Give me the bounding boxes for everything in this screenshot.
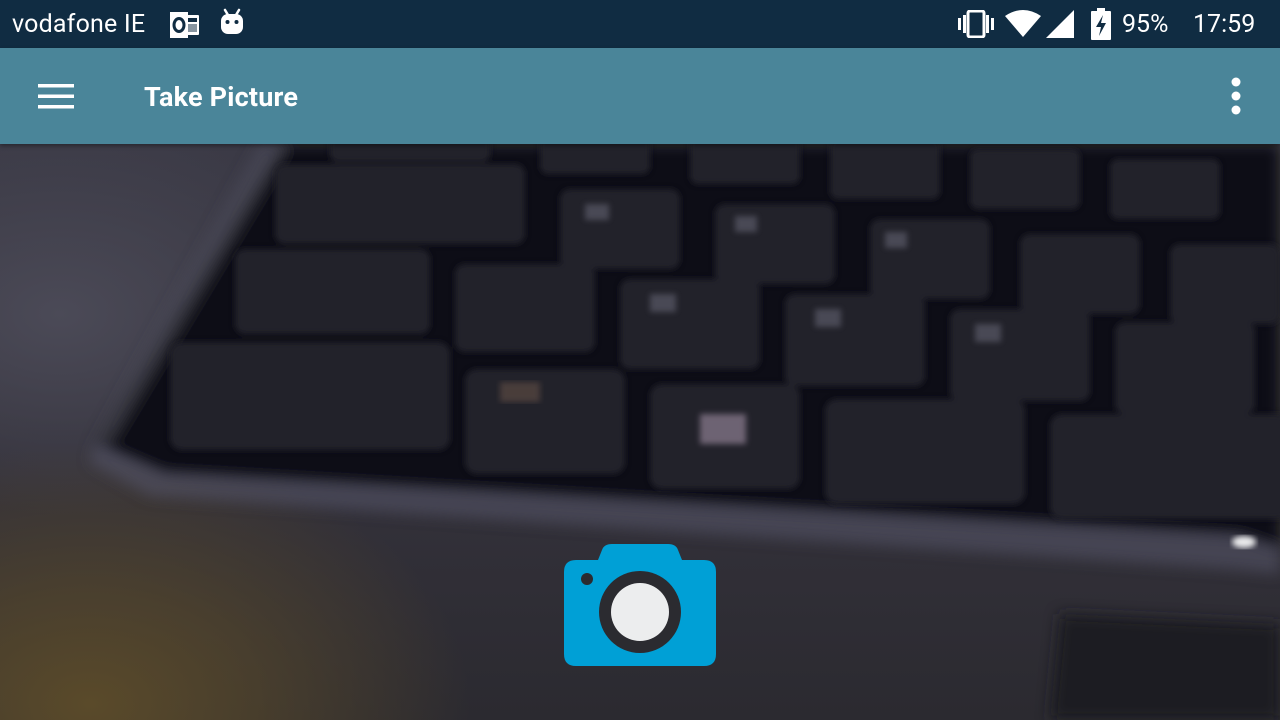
- battery-charging-icon: [1091, 8, 1111, 40]
- vibrate-icon: [958, 10, 994, 38]
- hamburger-menu-icon[interactable]: [28, 76, 84, 116]
- android-debug-icon: [221, 8, 243, 34]
- carrier-name: vodafone IE: [12, 10, 146, 39]
- camera-preview[interactable]: [0, 144, 1280, 720]
- more-vert-icon[interactable]: [1216, 72, 1256, 120]
- wifi-icon: [1005, 10, 1041, 37]
- clock: 17:59: [1193, 10, 1256, 39]
- status-bar: vodafone IE 95% 17:59: [0, 0, 1280, 48]
- camera-icon[interactable]: [562, 542, 718, 668]
- app-bar: Take Picture: [0, 48, 1280, 144]
- cell-signal-icon: [1046, 10, 1074, 38]
- page-title: Take Picture: [144, 81, 299, 113]
- battery-percentage: 95%: [1122, 10, 1169, 39]
- outlook-icon: [170, 12, 199, 38]
